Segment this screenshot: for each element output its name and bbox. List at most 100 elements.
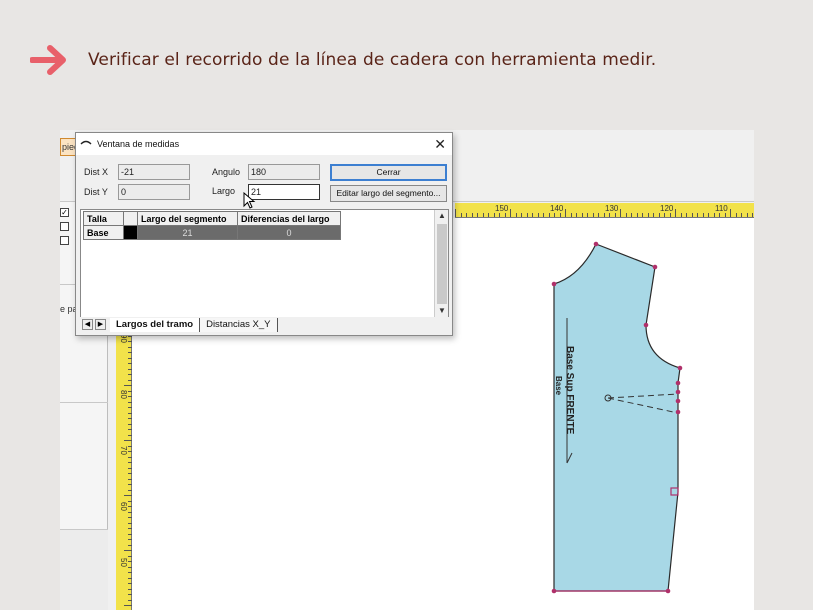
ruler-tick bbox=[686, 213, 687, 217]
ruler-tick bbox=[124, 385, 132, 386]
ruler-tick bbox=[719, 213, 720, 217]
ruler-tick bbox=[128, 357, 132, 359]
ruler-tick bbox=[128, 379, 132, 381]
ruler-tick bbox=[488, 213, 489, 217]
tab-distancias-xy[interactable]: Distancias X_Y bbox=[200, 317, 278, 332]
ruler-tick bbox=[128, 407, 132, 408]
ruler-tick bbox=[482, 213, 484, 217]
tutorial-card: Verificar el recorrido de la línea de ca… bbox=[0, 0, 813, 610]
close-icon[interactable]: ✕ bbox=[434, 136, 446, 153]
ruler-tick bbox=[565, 209, 566, 217]
ruler-tick bbox=[477, 213, 478, 217]
ruler-tick bbox=[128, 555, 132, 557]
ruler-tick bbox=[128, 363, 132, 364]
pattern-label-sub: Base bbox=[554, 376, 563, 396]
ruler-tick bbox=[708, 213, 709, 217]
ruler-tick bbox=[128, 539, 132, 540]
ruler-tick bbox=[128, 418, 132, 419]
column-header-talla[interactable]: Talla bbox=[83, 211, 124, 226]
dist-y-label: Dist Y bbox=[84, 187, 108, 197]
row-color-swatch bbox=[123, 225, 138, 240]
ruler-label: 140 bbox=[550, 204, 564, 213]
ruler-label: 110 bbox=[715, 204, 728, 213]
ruler-tick bbox=[460, 213, 462, 217]
cerrar-button[interactable]: Cerrar bbox=[330, 164, 447, 181]
eye-icon bbox=[80, 140, 92, 145]
checkbox-1[interactable]: ✓ bbox=[60, 208, 69, 217]
scroll-thumb[interactable] bbox=[437, 224, 447, 304]
ruler-tick bbox=[128, 374, 132, 375]
tab-prev-icon[interactable]: ◀ bbox=[82, 319, 93, 330]
ruler-tick bbox=[128, 588, 132, 590]
column-header-largo[interactable]: Largo del segmento bbox=[137, 211, 238, 226]
ruler-tick bbox=[554, 213, 555, 217]
checkbox-3[interactable] bbox=[60, 236, 69, 245]
vertical-scrollbar[interactable]: ▲ ▼ bbox=[434, 210, 448, 317]
ruler-tick bbox=[548, 213, 550, 217]
dialog-titlebar[interactable]: Ventana de medidas ✕ bbox=[76, 133, 452, 155]
column-header-color[interactable] bbox=[123, 211, 138, 226]
ruler-tick bbox=[128, 467, 132, 469]
row-diferencia[interactable]: 0 bbox=[237, 225, 341, 240]
ruler-tick bbox=[128, 390, 132, 392]
table-row[interactable]: Base 21 0 bbox=[83, 225, 341, 240]
vertical-ruler: 90 80 70 60 50 bbox=[116, 330, 132, 610]
ruler-tick bbox=[455, 209, 456, 217]
ruler-tick bbox=[587, 213, 588, 217]
ruler-tick bbox=[664, 213, 665, 217]
ruler-tick bbox=[537, 213, 539, 217]
ruler-tick bbox=[543, 213, 544, 217]
angulo-field[interactable]: 180 bbox=[248, 164, 320, 180]
ruler-tick bbox=[510, 209, 511, 217]
measure-grid[interactable]: Talla Largo del segmento Diferencias del… bbox=[80, 209, 449, 318]
largo-field[interactable]: 21 bbox=[248, 184, 320, 200]
divider bbox=[60, 402, 108, 403]
tab-largos-del-tramo[interactable]: Largos del tramo bbox=[110, 317, 201, 332]
row-talla[interactable]: Base bbox=[83, 225, 124, 240]
ruler-tick bbox=[128, 445, 132, 447]
ruler-tick bbox=[128, 544, 132, 546]
dist-x-field[interactable]: -21 bbox=[118, 164, 190, 180]
ruler-tick bbox=[570, 213, 572, 217]
arrow-right-icon bbox=[30, 45, 66, 75]
ruler-tick bbox=[515, 213, 517, 217]
dist-y-field[interactable]: 0 bbox=[118, 184, 190, 200]
ruler-tick bbox=[499, 213, 500, 217]
ruler-label: 150 bbox=[495, 204, 509, 213]
ruler-tick bbox=[746, 213, 748, 217]
ruler-tick bbox=[691, 213, 693, 217]
ruler-tick bbox=[592, 213, 594, 217]
ruler-tick bbox=[493, 213, 495, 217]
row-largo[interactable]: 21 bbox=[137, 225, 238, 240]
largo-label: Largo bbox=[212, 186, 236, 196]
ruler-tick bbox=[128, 456, 132, 458]
ruler-tick bbox=[614, 213, 616, 217]
ruler-tick bbox=[128, 346, 132, 348]
ruler-tick bbox=[128, 489, 132, 491]
ruler-tick bbox=[128, 434, 132, 436]
tab-next-icon[interactable]: ▶ bbox=[95, 319, 106, 330]
ruler-tick bbox=[128, 451, 132, 452]
ruler-label: 130 bbox=[605, 204, 619, 213]
ruler-tick bbox=[603, 213, 605, 217]
ruler-tick bbox=[128, 522, 132, 524]
checkbox-2[interactable] bbox=[60, 222, 69, 231]
ruler-tick bbox=[128, 478, 132, 480]
scroll-down-icon[interactable]: ▼ bbox=[438, 306, 446, 315]
ruler-label: 60 bbox=[119, 502, 128, 511]
ruler-tick bbox=[631, 213, 632, 217]
ruler-tick bbox=[128, 484, 132, 485]
ruler-tick bbox=[730, 209, 731, 217]
ruler-tick bbox=[128, 462, 132, 463]
left-panel-box bbox=[60, 529, 108, 610]
ruler-label: 80 bbox=[119, 390, 128, 399]
ruler-tick bbox=[466, 213, 467, 217]
ruler-tick bbox=[675, 209, 676, 217]
editar-largo-button[interactable]: Editar largo del segmento... bbox=[330, 185, 447, 202]
scroll-up-icon[interactable]: ▲ bbox=[438, 211, 446, 220]
angulo-label: Angulo bbox=[212, 167, 241, 177]
ruler-tick bbox=[128, 473, 132, 474]
column-header-diferencias[interactable]: Diferencias del largo bbox=[237, 211, 341, 226]
ruler-tick bbox=[128, 517, 132, 518]
ruler-tick bbox=[697, 213, 698, 217]
